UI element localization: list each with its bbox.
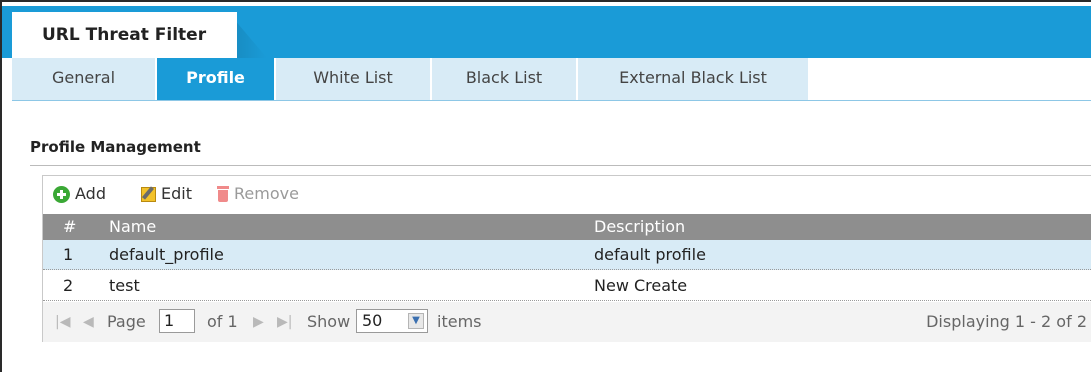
page-label: Page [107, 312, 146, 331]
first-page-icon[interactable]: |◀ [55, 311, 70, 333]
pagination-bar: |◀ ◀ Page 1 of 1 ▶ ▶| Show 50 ▼ items Di… [43, 302, 1091, 342]
table-row[interactable]: 2 test New Create [43, 271, 1091, 301]
edit-icon [141, 186, 156, 202]
page-size-select[interactable]: 50 ▼ [356, 309, 428, 333]
tab-white-list[interactable]: White List [276, 58, 430, 100]
tab-black-list[interactable]: Black List [432, 58, 576, 100]
remove-button[interactable]: Remove [217, 183, 299, 205]
tab-profile[interactable]: Profile [157, 58, 274, 100]
column-header-name[interactable]: Name [109, 214, 156, 240]
previous-page-icon[interactable]: ◀ [83, 311, 94, 333]
toolbar: Add Edit Remove [43, 176, 1091, 212]
tab-general[interactable]: General [12, 58, 155, 100]
row-description: New Create [594, 276, 688, 295]
page-number-input[interactable]: 1 [159, 309, 195, 333]
page-count-label: of 1 [207, 312, 238, 331]
tab-external-black-list[interactable]: External Black List [578, 58, 808, 100]
row-name: default_profile [109, 245, 224, 264]
remove-label: Remove [234, 184, 299, 203]
column-header-number[interactable]: # [63, 214, 76, 240]
edit-label: Edit [161, 184, 192, 203]
next-page-icon[interactable]: ▶ [253, 311, 264, 333]
trash-icon [217, 186, 229, 202]
table-row[interactable]: 1 default_profile default profile [43, 240, 1091, 270]
column-header-description[interactable]: Description [594, 214, 685, 240]
items-label: items [437, 312, 482, 331]
row-number: 2 [63, 276, 74, 295]
page-title: URL Threat Filter [42, 25, 207, 45]
add-button[interactable]: Add [53, 183, 106, 205]
tab-bar: General Profile White List Black List Ex… [12, 58, 1091, 101]
page-size-value: 50 [362, 311, 383, 330]
displaying-status: Displaying 1 - 2 of 2 [926, 312, 1087, 331]
last-page-icon[interactable]: ▶| [277, 311, 292, 333]
table-header: # Name Description [43, 214, 1091, 240]
chevron-down-icon: ▼ [408, 313, 424, 329]
row-name: test [109, 276, 140, 295]
row-number: 1 [63, 245, 74, 264]
title-tab: URL Threat Filter [12, 12, 237, 58]
edit-button[interactable]: Edit [141, 183, 192, 205]
profile-table-panel: Add Edit Remove # Name Description 1 def… [42, 175, 1091, 342]
section-divider [30, 165, 1091, 166]
add-icon [53, 185, 70, 203]
row-description: default profile [594, 245, 706, 264]
add-label: Add [75, 184, 106, 203]
section-title: Profile Management [30, 138, 201, 156]
show-label: Show [307, 312, 351, 331]
